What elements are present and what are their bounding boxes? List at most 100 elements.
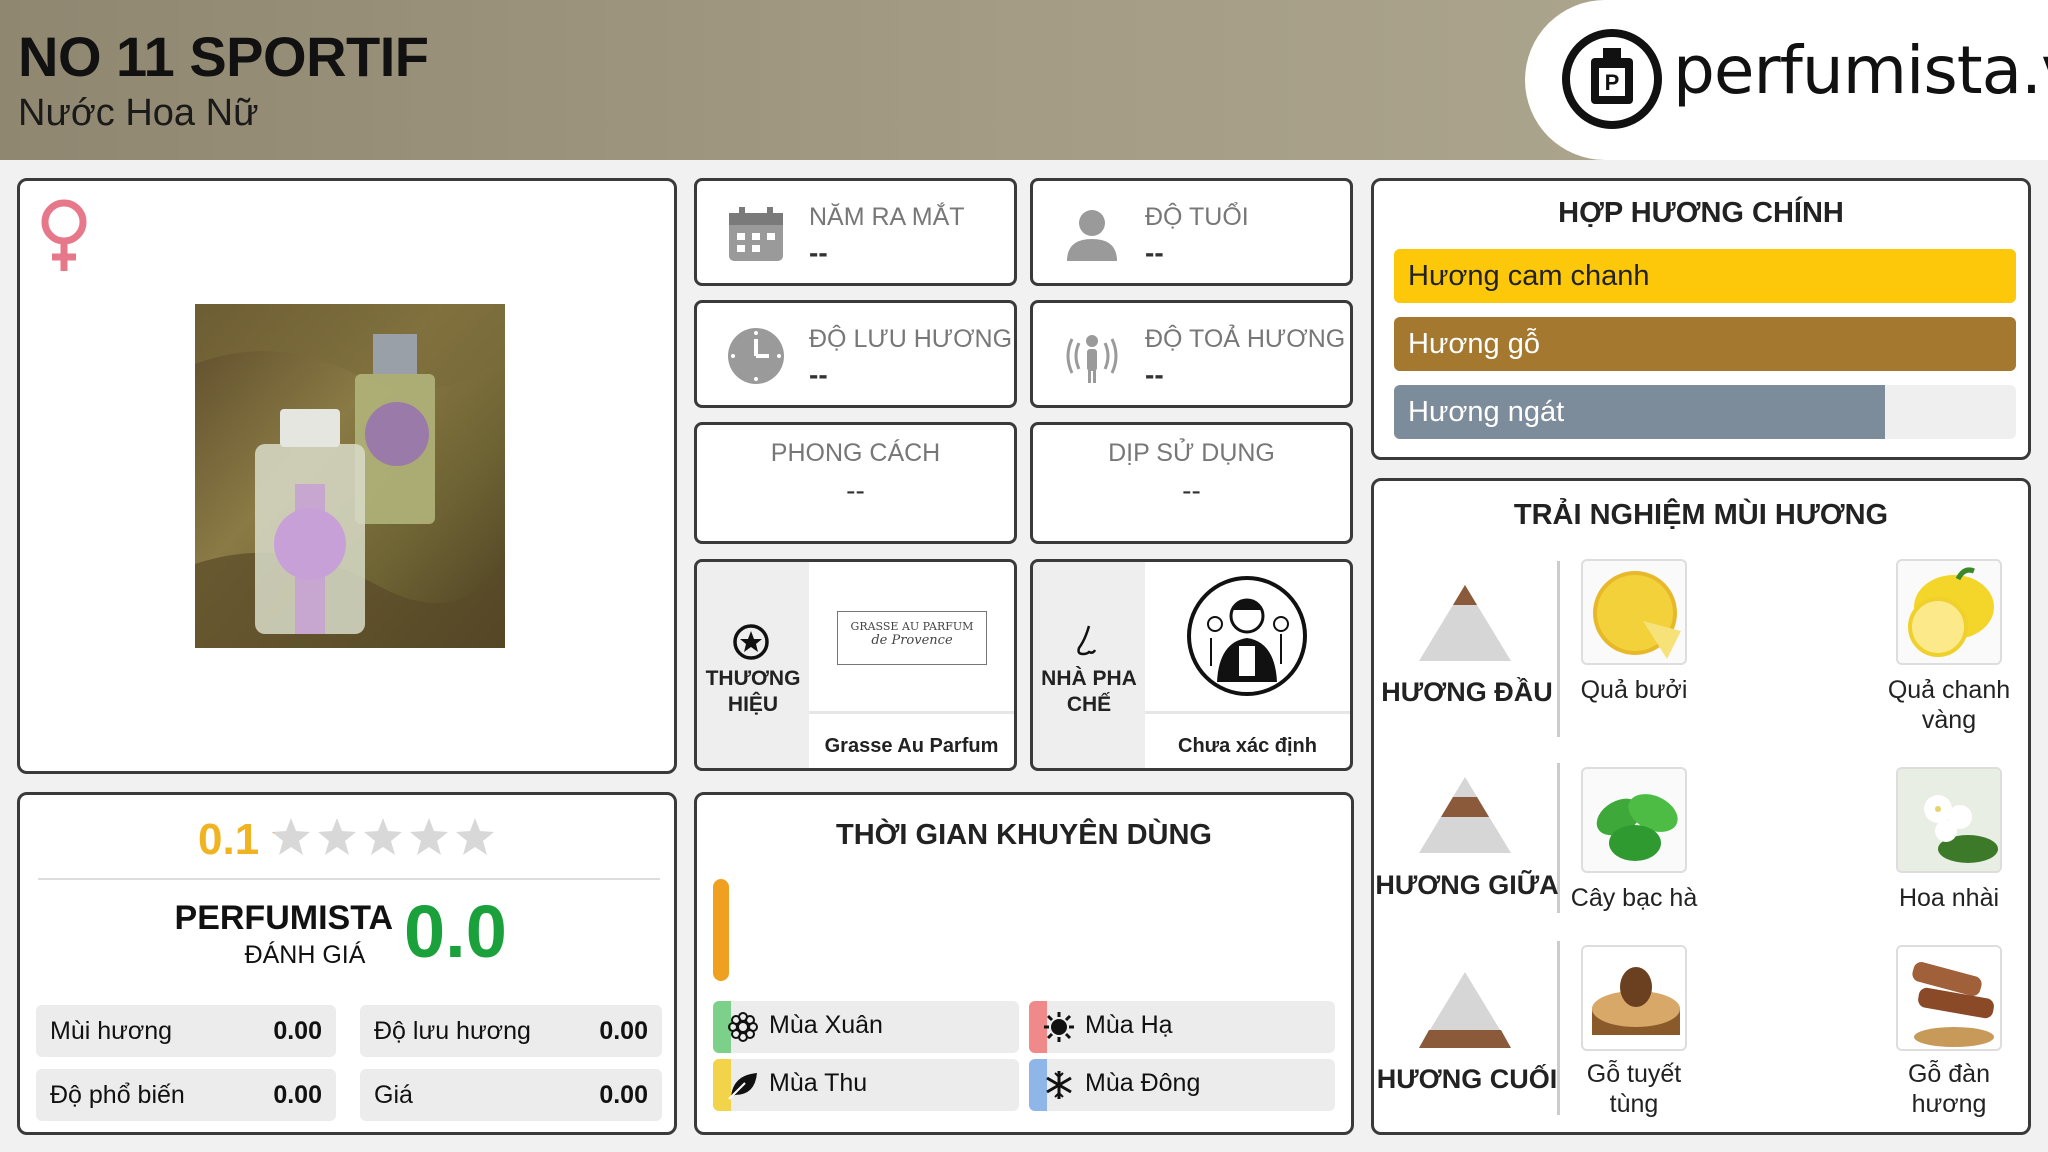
- accord-bar: Hương gỗ: [1394, 317, 2016, 371]
- accord-bar: Hương ngát: [1394, 385, 2016, 439]
- middle-notes-pyramid-icon: [1419, 777, 1511, 853]
- sun-icon: [1044, 1012, 1074, 1042]
- recommended-time-title: THỜI GIAN KHUYÊN DÙNG: [836, 819, 1212, 851]
- accord-label: Hương cam chanh: [1408, 260, 1650, 292]
- sillage-label: ĐỘ TOẢ HƯƠNG: [1145, 325, 1346, 353]
- season-label: Mùa Hạ: [1085, 1011, 1173, 1039]
- nose-icon: [1077, 625, 1097, 656]
- rating-star-icon[interactable]: [408, 816, 450, 858]
- score-row-scent: Mùi hương 0.00: [36, 1005, 336, 1057]
- season-item: Mùa Hạ: [1029, 1001, 1335, 1053]
- accord-label: Hương gỗ: [1408, 328, 1540, 360]
- perfumer-image: [1145, 562, 1350, 714]
- note-image-cedar[interactable]: [1581, 945, 1687, 1051]
- score-row-popularity: Độ phổ biến 0.00: [36, 1069, 336, 1121]
- recommended-time-panel: THỜI GIAN KHUYÊN DÙNG Mùa Xuân Mùa Hạ Mùa …: [694, 792, 1354, 1135]
- age-label: ĐỘ TUỔI: [1145, 203, 1249, 231]
- score-value: 0.00: [599, 1017, 648, 1045]
- base-notes-pyramid-icon: [1419, 972, 1511, 1048]
- grapefruit-icon: [1593, 571, 1681, 659]
- clock-icon: [728, 328, 784, 384]
- rating-star-icon[interactable]: [454, 816, 496, 858]
- occasion-card: DỊP SỬ DỤNG --: [1030, 422, 1353, 544]
- user-rating-score: 0.1: [198, 815, 260, 864]
- note-image-sandalwood[interactable]: [1896, 945, 2002, 1051]
- sillage-value: --: [1145, 359, 1164, 390]
- style-label: PHONG CÁCH: [770, 439, 941, 467]
- launch-year-label: NĂM RA MẮT: [809, 203, 965, 231]
- female-symbol-icon: [41, 199, 87, 271]
- note-image-lemon[interactable]: [1896, 559, 2002, 665]
- rating-star-icon[interactable]: [362, 816, 404, 858]
- divider: [38, 878, 660, 880]
- age-value: --: [1145, 237, 1164, 268]
- accord-bar: Hương cam chanh: [1394, 249, 2016, 303]
- season-label: Mùa Xuân: [769, 1011, 883, 1039]
- brand-logo-line1: GRASSE AU PARFUM: [850, 620, 974, 633]
- perfumer-card[interactable]: NHÀ PHA CHẾ Chưa xác định: [1030, 559, 1353, 771]
- sandalwood-icon: [1898, 947, 2000, 1049]
- occasion-label: DỊP SỬ DỤNG: [1108, 439, 1275, 467]
- note-label-lemon: Quả chanh vàng: [1887, 676, 2011, 734]
- notes-panel: TRẢI NGHIỆM MÙI HƯƠNG HƯƠNG ĐẦU HƯƠNG GI…: [1371, 478, 2031, 1135]
- age-card: ĐỘ TUỔI --: [1030, 178, 1353, 286]
- logo-text: perfumista.vn: [1673, 32, 2048, 109]
- divider: [1557, 561, 1560, 737]
- sillage-card: ĐỘ TOẢ HƯƠNG --: [1030, 300, 1353, 408]
- rating-star-icon[interactable]: [316, 816, 358, 858]
- note-image-jasmine[interactable]: [1896, 767, 2002, 873]
- longevity-label: ĐỘ LƯU HƯƠNG: [809, 325, 1013, 353]
- logo[interactable]: P perfumista.vn: [1525, 0, 2048, 160]
- occasion-value: --: [1182, 475, 1201, 506]
- notes-title: TRẢI NGHIỆM MÙI HƯƠNG: [1513, 499, 1889, 531]
- calendar-icon: [729, 207, 783, 261]
- score-value: 0.00: [599, 1081, 648, 1109]
- rating-star-icon[interactable]: [270, 816, 312, 858]
- mint-leaf-icon: [1596, 794, 1678, 861]
- score-label: Mùi hương: [50, 1017, 173, 1045]
- perfumer-name: Chưa xác định: [1178, 735, 1317, 757]
- brand-card[interactable]: THƯƠNG HIỆU GRASSE AU PARFUM de Provence…: [694, 559, 1017, 771]
- main-accords-panel: HỢP HƯƠNG CHÍNH Hương cam chanh Hương gỗ H…: [1371, 178, 2031, 460]
- jasmine-flower-icon: [1898, 769, 2000, 871]
- season-item: Mùa Thu: [713, 1059, 1019, 1111]
- lemon-icon: [1908, 567, 1994, 657]
- page-subtitle: Nước Hoa Nữ: [18, 92, 259, 134]
- brand-label: THƯƠNG HIỆU: [705, 667, 801, 716]
- note-image-mint[interactable]: [1581, 767, 1687, 873]
- note-label-jasmine: Hoa nhài: [1898, 884, 2000, 912]
- longevity-card: ĐỘ LƯU HƯƠNG --: [694, 300, 1017, 408]
- main-accords-title: HỢP HƯƠNG CHÍNH: [1558, 197, 1844, 229]
- person-icon: [1067, 210, 1117, 261]
- launch-year-value: --: [809, 237, 828, 268]
- score-row-longevity: Độ lưu hương 0.00: [360, 1005, 662, 1057]
- season-label: Mùa Đông: [1085, 1069, 1201, 1097]
- style-value: --: [846, 475, 865, 506]
- season-item: Mùa Xuân: [713, 1001, 1019, 1053]
- page-title: NO 11 SPORTIF: [18, 25, 429, 88]
- product-photo: [195, 304, 505, 648]
- perfumista-score: 0.0: [404, 890, 507, 973]
- season-label: Mùa Thu: [769, 1069, 868, 1097]
- accord-label: Hương ngát: [1408, 396, 1565, 428]
- score-value: 0.00: [273, 1017, 322, 1045]
- top-notes-pyramid-icon: [1419, 585, 1511, 661]
- middle-notes-label: HƯƠNG GIỮA: [1375, 870, 1559, 900]
- score-label: Độ phổ biến: [50, 1081, 185, 1109]
- product-panel: [17, 178, 677, 774]
- snowflake-icon: [1046, 1071, 1072, 1099]
- day-usage-bar: [713, 879, 729, 981]
- top-notes-label: HƯƠNG ĐẦU: [1381, 677, 1553, 707]
- perfume-bottle-logo-icon: P: [1562, 29, 1662, 129]
- radiating-person-icon: [1066, 335, 1118, 383]
- perfumer-illustration-icon: [1187, 576, 1307, 696]
- launch-year-card: NĂM RA MẮT --: [694, 178, 1017, 286]
- star-badge-icon: [733, 624, 769, 660]
- header-banner: NO 11 SPORTIF Nước Hoa Nữ P perfumista.v…: [0, 0, 2048, 160]
- brand-side: THƯƠNG HIỆU: [697, 562, 809, 768]
- score-label: Độ lưu hương: [374, 1017, 531, 1045]
- note-image-grapefruit[interactable]: [1581, 559, 1687, 665]
- cedar-wood-icon: [1583, 947, 1685, 1049]
- style-card: PHONG CÁCH --: [694, 422, 1017, 544]
- note-label-sandalwood: Gỗ đàn hương: [1907, 1060, 1990, 1118]
